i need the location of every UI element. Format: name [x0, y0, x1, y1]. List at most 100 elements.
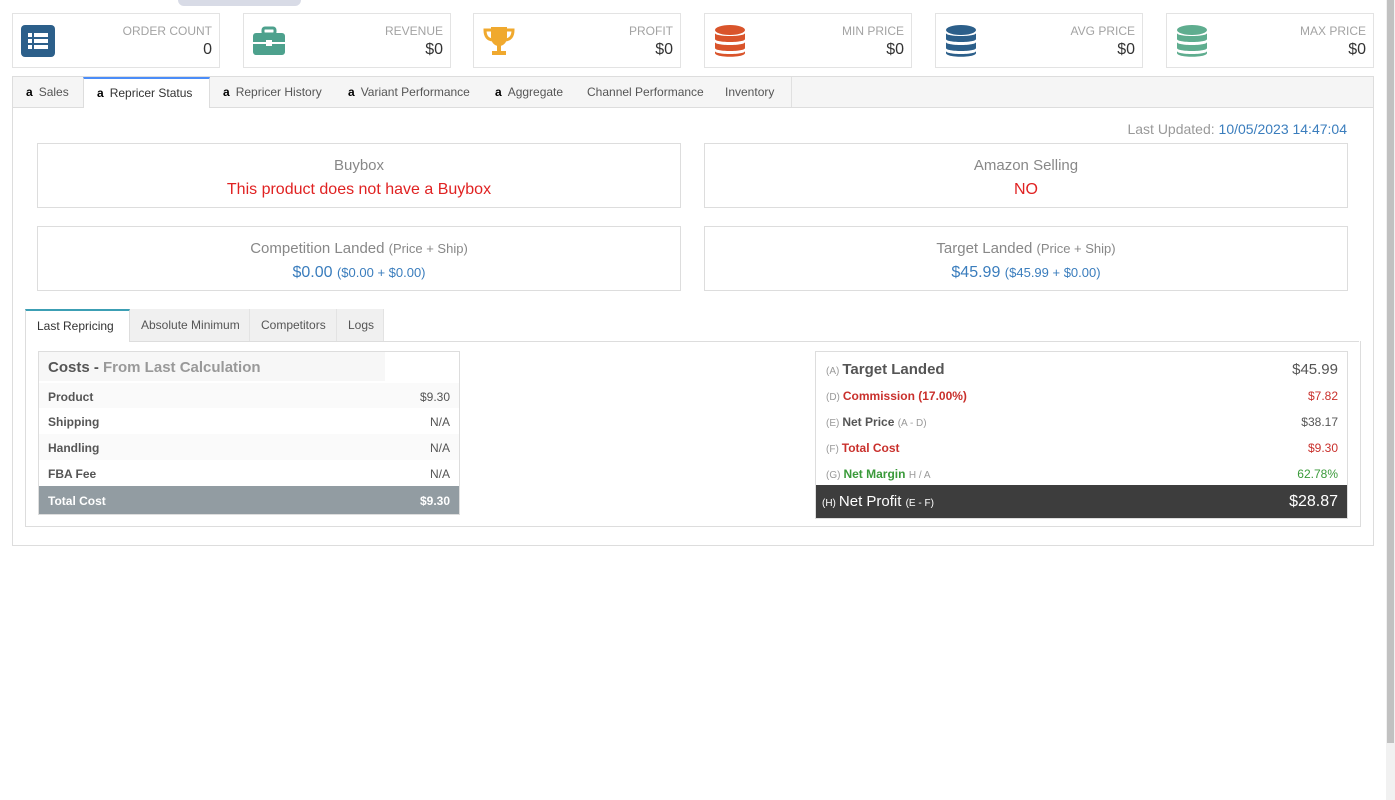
table-row: Handling N/A: [39, 434, 459, 460]
tab-sales[interactable]: a Sales: [13, 77, 83, 107]
cost-label: Product: [48, 390, 94, 404]
tab-repricer-status[interactable]: a Repricer Status: [83, 77, 210, 108]
tab-aggregate[interactable]: a Aggregate: [482, 77, 574, 107]
calc-value: $7.82: [1307, 389, 1338, 403]
buybox-value: This product does not have a Buybox: [226, 181, 492, 198]
database-icon: [946, 25, 976, 57]
costs-total-label: Total Cost: [48, 494, 106, 508]
stat-label: AVG PRICE: [1070, 24, 1135, 38]
calc-value: 62.78%: [1297, 467, 1338, 481]
trophy-icon: [483, 27, 515, 55]
stat-value: $0: [1348, 41, 1366, 58]
calc-label: (E) Net Price (A - D): [826, 415, 927, 429]
calc-code: (G): [826, 470, 841, 481]
amazon-icon: a: [26, 85, 33, 99]
tab-repricer-history[interactable]: a Repricer History: [210, 77, 335, 107]
cost-value: N/A: [429, 415, 450, 429]
costs-table: Costs - From Last Calculation Product $9…: [38, 351, 460, 515]
amazon-selling-box: Amazon Selling NO: [704, 143, 1348, 208]
target-landed-detail: ($45.99 + $0.00): [1004, 265, 1101, 280]
stat-label: MIN PRICE: [841, 24, 904, 38]
last-updated-label: Last Updated:: [1127, 121, 1215, 137]
sub-tabbar: Last Repricing Absolute Minimum Competit…: [25, 309, 1359, 342]
calc-label-text: Net Profit: [838, 493, 902, 510]
calc-label: (G) Net Margin H / A: [826, 467, 931, 481]
calc-row-net-price: (E) Net Price (A - D) $38.17: [816, 409, 1347, 435]
stat-avg-price: AVG PRICE $0: [935, 13, 1143, 68]
stat-value: $0: [1117, 41, 1135, 58]
main-tabbar: a Sales a Repricer Status a Repricer Histor…: [13, 77, 1373, 108]
calc-label-text: Net Price: [842, 415, 895, 429]
calc-label: (F) Total Cost: [826, 441, 900, 455]
database-icon: [715, 25, 745, 57]
target-landed-hint: (Price + Ship): [1036, 241, 1116, 256]
amazon-icon: a: [223, 85, 230, 99]
competition-landed-value: $0.00 ($0.00 + $0.00): [38, 264, 680, 282]
stat-value: $0: [886, 41, 904, 58]
competition-landed-hint: (Price + Ship): [388, 241, 468, 256]
calc-value: $9.30: [1307, 441, 1338, 455]
tab-label: Variant Performance: [360, 85, 470, 99]
calc-label-text: Target Landed: [842, 361, 945, 378]
top-pill-tab[interactable]: [178, 0, 301, 6]
calculation-table: (A) Target Landed $45.99 (D) Commission (1…: [815, 351, 1348, 519]
stat-min-price: MIN PRICE $0: [704, 13, 912, 68]
net-profit-label: (H) Net Profit (E - F): [822, 493, 934, 510]
tab-label: Repricer Status: [109, 86, 193, 100]
calc-code: (A): [826, 366, 840, 377]
stat-value: $0: [655, 41, 673, 58]
table-row: Product $9.30: [39, 383, 459, 409]
stat-label: PROFIT: [629, 24, 673, 38]
stat-value: $0: [425, 41, 443, 58]
stat-value: 0: [203, 41, 212, 58]
page-scrollbar[interactable]: [1386, 0, 1395, 800]
calc-row-total-cost: (F) Total Cost $9.30: [816, 435, 1347, 461]
stats-row: ORDER COUNT 0 REVENUE $0 PROFIT $0 MIN P…: [12, 13, 1374, 68]
amazon-icon: a: [348, 85, 355, 99]
calc-label-text: Total Cost: [841, 441, 900, 455]
target-landed-amount: $45.99: [951, 264, 1001, 281]
calc-code: (D): [826, 392, 840, 403]
competition-landed-title: Competition Landed (Price + Ship): [38, 240, 680, 257]
amazon-selling-title: Amazon Selling: [973, 157, 1079, 174]
competition-landed-amount: $0.00: [292, 264, 333, 281]
subtab-absolute-minimum[interactable]: Absolute Minimum: [130, 309, 250, 341]
costs-total-value: $9.30: [419, 494, 450, 508]
tab-channel-performance[interactable]: Channel Performance: [574, 77, 712, 107]
target-landed-label: Target Landed: [936, 240, 1033, 257]
tab-label: Repricer History: [235, 85, 322, 99]
net-profit-row: (H) Net Profit (E - F) $28.87: [816, 485, 1347, 518]
tab-variant-performance[interactable]: a Variant Performance: [335, 77, 482, 107]
competition-landed-box: Competition Landed (Price + Ship) $0.00 …: [37, 226, 681, 291]
stat-label: REVENUE: [384, 24, 443, 38]
last-updated: Last Updated: 10/05/2023 14:47:04: [1127, 121, 1347, 137]
table-row: Shipping N/A: [39, 408, 459, 434]
calc-value: $45.99: [1292, 361, 1338, 378]
cost-label: Handling: [48, 441, 100, 455]
scrollbar-thumb[interactable]: [1387, 0, 1394, 743]
tab-inventory[interactable]: Inventory: [712, 77, 792, 107]
cost-label: FBA Fee: [48, 467, 97, 481]
calc-value: $38.17: [1301, 415, 1338, 429]
subtab-logs[interactable]: Logs: [337, 309, 384, 341]
buybox-box: Buybox This product does not have a Buyb…: [37, 143, 681, 208]
tab-label: Inventory: [725, 85, 775, 99]
costs-title: Costs - From Last Calculation: [48, 359, 261, 376]
tab-label: Sales: [38, 85, 69, 99]
calc-code: (F): [826, 444, 839, 455]
target-landed-value: $45.99 ($45.99 + $0.00): [705, 264, 1347, 282]
amazon-icon: a: [97, 86, 104, 100]
list-icon: [21, 25, 55, 57]
database-icon: [1177, 25, 1207, 57]
table-row: FBA Fee N/A: [39, 460, 459, 486]
subtab-competitors[interactable]: Competitors: [250, 309, 337, 341]
costs-total-row: Total Cost $9.30: [39, 486, 459, 514]
tab-label: Channel Performance: [587, 85, 704, 99]
calc-row-target-landed: (A) Target Landed $45.99: [816, 355, 1347, 381]
cost-value: $9.30: [419, 390, 450, 404]
stat-max-price: MAX PRICE $0: [1166, 13, 1374, 68]
costs-header: Costs - From Last Calculation: [39, 352, 385, 381]
calc-row-commission: (D) Commission (17.00%) $7.82: [816, 383, 1347, 409]
stat-order-count: ORDER COUNT 0: [12, 13, 220, 68]
subtab-last-repricing[interactable]: Last Repricing: [25, 309, 130, 342]
